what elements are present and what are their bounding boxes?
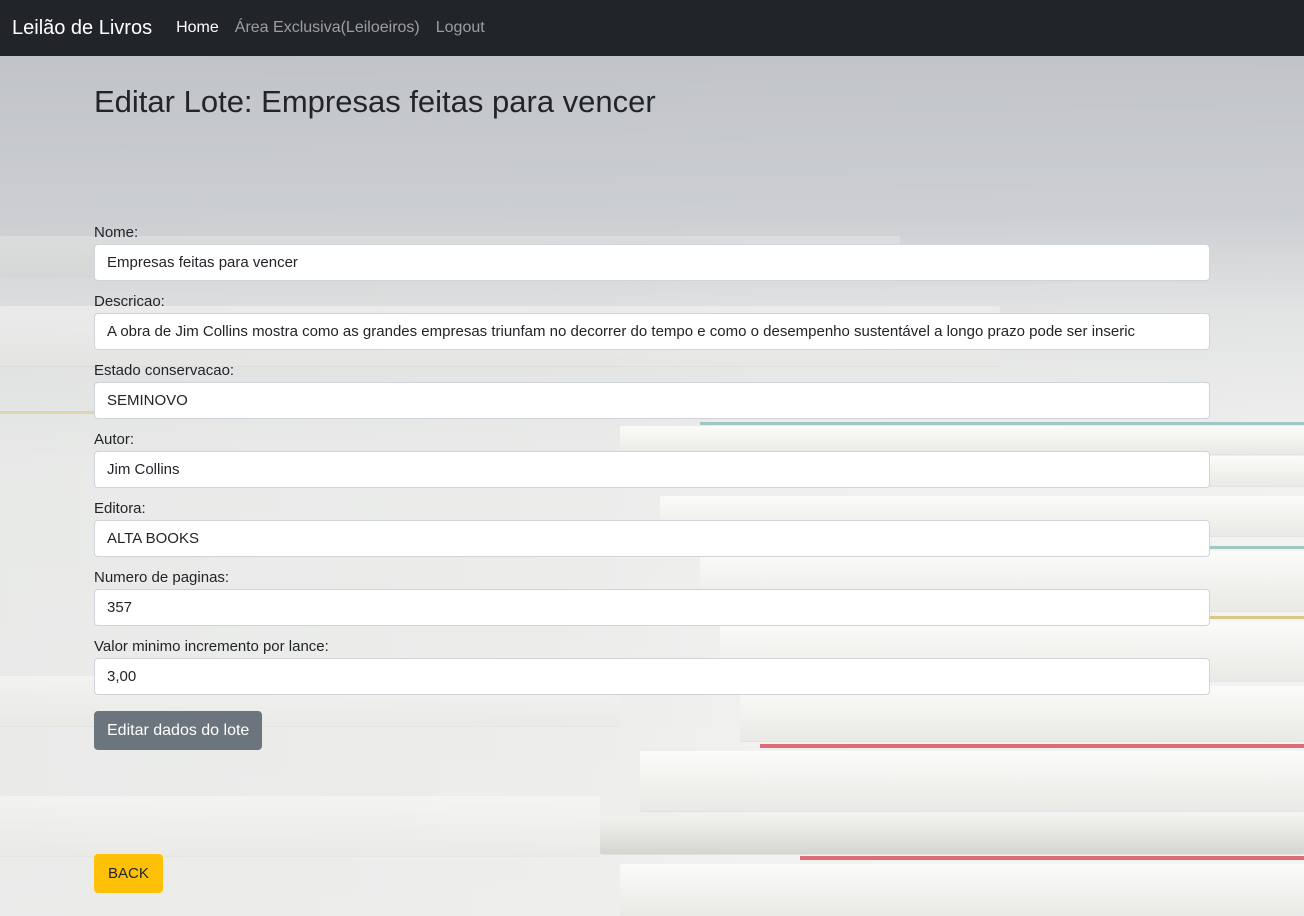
nav-exclusive-area[interactable]: Área Exclusiva(Leiloeiros) <box>235 19 420 37</box>
brand-logo[interactable]: Leilão de Livros <box>12 17 152 40</box>
estado-conservacao-input[interactable]: SEMINOVO <box>94 382 1210 419</box>
nav-logout[interactable]: Logout <box>436 19 485 37</box>
valor-minimo-input[interactable]: 3,00 <box>94 658 1210 695</box>
descricao-input[interactable]: A obra de Jim Collins mostra como as gra… <box>94 313 1210 350</box>
back-button[interactable]: BACK <box>94 854 163 893</box>
editora-input[interactable]: ALTA BOOKS <box>94 520 1210 557</box>
field-editora: Editora: ALTA BOOKS <box>94 500 1210 557</box>
valor-minimo-label: Valor minimo incremento por lance: <box>94 638 329 655</box>
field-descricao: Descricao: A obra de Jim Collins mostra … <box>94 293 1210 350</box>
editora-label: Editora: <box>94 500 146 517</box>
field-nome: Nome: Empresas feitas para vencer <box>94 224 1210 281</box>
top-navbar: Leilão de Livros Home Área Exclusiva(Lei… <box>0 0 1304 56</box>
nav-home[interactable]: Home <box>176 19 219 37</box>
estado-conservacao-label: Estado conservacao: <box>94 362 235 379</box>
descricao-label: Descricao: <box>94 293 165 310</box>
nome-input[interactable]: Empresas feitas para vencer <box>94 244 1210 281</box>
field-autor: Autor: Jim Collins <box>94 431 1210 488</box>
numero-paginas-label: Numero de paginas: <box>94 569 230 586</box>
autor-label: Autor: <box>94 431 135 448</box>
edit-lot-form: Nome: Empresas feitas para vencer Descri… <box>94 224 1210 893</box>
field-estado-conservacao: Estado conservacao: SEMINOVO <box>94 362 1210 419</box>
numero-paginas-input[interactable]: 357 <box>94 589 1210 626</box>
autor-input[interactable]: Jim Collins <box>94 451 1210 488</box>
field-valor-minimo: Valor minimo incremento por lance: 3,00 <box>94 638 1210 695</box>
nome-label: Nome: <box>94 224 139 241</box>
submit-edit-button[interactable]: Editar dados do lote <box>94 711 263 750</box>
page-title: Editar Lote: Empresas feitas para vencer <box>94 84 656 119</box>
field-numero-paginas: Numero de paginas: 357 <box>94 569 1210 626</box>
main-content: Editar Lote: Empresas feitas para vencer… <box>94 56 1210 893</box>
